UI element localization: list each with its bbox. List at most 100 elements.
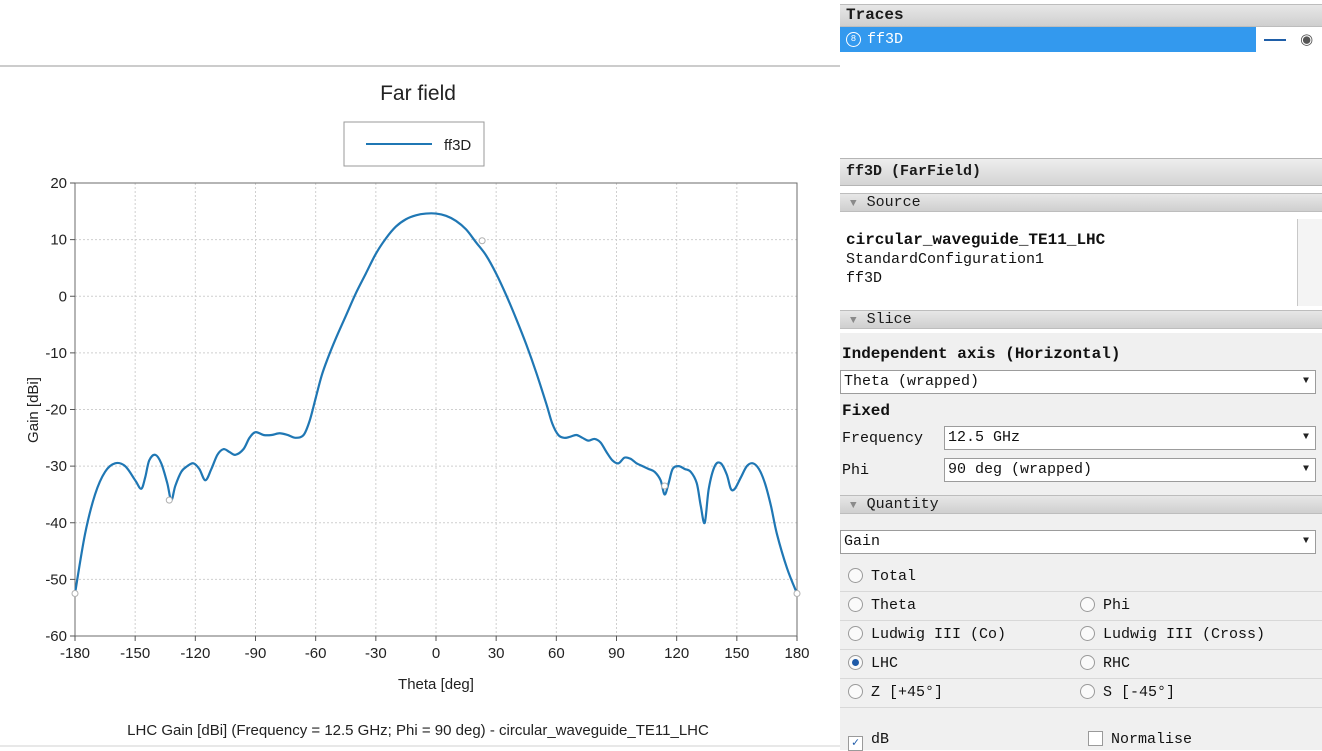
trace-label: ff3D [867, 31, 904, 48]
radio-ludwig-co-label: Ludwig III (Co) [871, 626, 1007, 643]
radio-circle-icon [1080, 626, 1095, 641]
radio-z[interactable]: Z [+45°] [848, 684, 943, 702]
radio-total[interactable]: Total [848, 568, 916, 586]
source-configuration: StandardConfiguration1 [846, 251, 1045, 268]
data-marker [793, 590, 801, 598]
frequency-value: 12.5 GHz [948, 429, 1021, 446]
x-tick-label: 120 [664, 645, 689, 662]
independent-axis-label: Independent axis (Horizontal) [842, 345, 1121, 363]
normalise-label: Normalise [1111, 731, 1193, 748]
quantity-row-3: Ludwig III (Co) Ludwig III (Cross) [840, 621, 1322, 650]
eye-visibility-icon[interactable]: ◉ [1300, 27, 1313, 52]
x-tick-label: 180 [784, 645, 809, 662]
independent-axis-value: Theta (wrapped) [844, 373, 980, 390]
data-marker [478, 237, 486, 245]
radio-lhc[interactable]: LHC [848, 655, 898, 673]
grid [75, 183, 797, 636]
far-field-chart: Far field ff3D -180 -150 -120 -90 -60 -30 0 30 6… [0, 65, 840, 747]
x-tick-label: -150 [120, 645, 150, 662]
fixed-label: Fixed [842, 402, 891, 420]
radio-phi-label: Phi [1103, 597, 1131, 614]
y-tick-label: -40 [45, 515, 67, 532]
data-marker [165, 496, 173, 504]
radio-phi[interactable]: Phi [1080, 597, 1130, 615]
radio-rhc[interactable]: RHC [1080, 655, 1130, 673]
chart-legend: ff3D [343, 121, 485, 167]
y-tick-label: -60 [45, 628, 67, 645]
slice-section-label: Slice [866, 311, 912, 328]
radio-circle-icon [848, 626, 863, 641]
phi-dropdown[interactable]: 90 deg (wrapped) ▼ [944, 458, 1316, 482]
y-tick-label: 10 [50, 232, 67, 249]
y-tick-label: -20 [45, 402, 67, 419]
db-checkbox[interactable]: ✓ dB [848, 731, 889, 751]
traces-header: Traces [840, 4, 1322, 27]
x-tick-label: 90 [608, 645, 625, 662]
quantity-dropdown[interactable]: Gain ▼ [840, 530, 1316, 554]
radio-ludwig-co[interactable]: Ludwig III (Co) [848, 626, 1006, 644]
x-tick-label: -60 [305, 645, 327, 662]
checkbox-empty-icon [1088, 731, 1103, 746]
source-section-header[interactable]: ▼ Source [840, 193, 1322, 212]
phi-label: Phi [842, 462, 870, 479]
quantity-section-header[interactable]: ▼ Quantity [840, 495, 1322, 514]
y-tick-label: 0 [59, 288, 67, 305]
x-tick-label: 150 [724, 645, 749, 662]
phi-value: 90 deg (wrapped) [948, 461, 1093, 478]
frequency-label: Frequency [842, 430, 924, 447]
frequency-dropdown[interactable]: 12.5 GHz ▼ [944, 426, 1316, 450]
x-tick-label: -90 [245, 645, 267, 662]
x-tick-label: 60 [548, 645, 565, 662]
radio-rhc-label: RHC [1103, 655, 1131, 672]
y-axis-label: Gain [dBi] [25, 377, 42, 443]
radio-circle-icon [1080, 684, 1095, 699]
quantity-value: Gain [844, 533, 881, 550]
radio-ludwig-cross[interactable]: Ludwig III (Cross) [1080, 626, 1265, 644]
x-tick-label: -180 [60, 645, 90, 662]
source-section-label: Source [866, 194, 921, 211]
y-axis: 20 10 0 -10 -20 -30 -40 -50 -60 [45, 175, 75, 645]
chevron-down-icon: ▼ [1302, 464, 1309, 475]
radio-circle-icon [1080, 655, 1095, 670]
radio-z-label: Z [+45°] [871, 684, 944, 701]
quantity-row-1: Total [840, 563, 1322, 592]
x-tick-label: -120 [180, 645, 210, 662]
y-tick-label: -50 [45, 571, 67, 588]
x-tick-label: 0 [432, 645, 440, 662]
trace-row-ff3d[interactable]: 8 ff3D [840, 27, 1256, 52]
radio-theta[interactable]: Theta [848, 597, 916, 615]
radio-lhc-label: LHC [871, 655, 899, 672]
source-request: ff3D [846, 270, 883, 287]
radio-s-label: S [-45°] [1103, 684, 1176, 701]
collapse-triangle-icon: ▼ [850, 500, 857, 512]
radio-total-label: Total [871, 568, 917, 585]
trace-tools: ◉ [1260, 27, 1322, 52]
quantity-row-5: Z [+45°] S [-45°] [840, 679, 1322, 708]
data-marker [71, 590, 79, 598]
x-axis-label: Theta [deg] [398, 676, 474, 693]
properties-header: ff3D (FarField) [840, 158, 1322, 186]
radio-circle-icon [1080, 597, 1095, 612]
db-label: dB [871, 731, 890, 748]
chevron-down-icon: ▼ [1302, 376, 1309, 387]
x-axis: -180 -150 -120 -90 -60 -30 0 30 60 90 120 150 180 [60, 636, 810, 662]
normalise-checkbox[interactable]: Normalise [1088, 731, 1192, 749]
quantity-row-4: LHC RHC [840, 650, 1322, 679]
independent-axis-dropdown[interactable]: Theta (wrapped) ▼ [840, 370, 1316, 394]
slice-section-header[interactable]: ▼ Slice [840, 310, 1322, 329]
data-marker [661, 482, 669, 490]
radio-circle-icon [848, 597, 863, 612]
trace-line-style-icon[interactable] [1264, 39, 1286, 42]
y-tick-label: -10 [45, 345, 67, 362]
radio-circle-icon [848, 684, 863, 699]
collapse-triangle-icon: ▼ [850, 198, 857, 210]
quantity-row-2: Theta Phi [840, 592, 1322, 621]
checkmark-icon: ✓ [848, 736, 863, 751]
radio-ludwig-cross-label: Ludwig III (Cross) [1103, 626, 1266, 643]
y-tick-label: -30 [45, 458, 67, 475]
radio-s[interactable]: S [-45°] [1080, 684, 1175, 702]
source-scrollbar[interactable] [1298, 219, 1322, 306]
legend-label: ff3D [444, 137, 471, 154]
properties-panel: Traces 8 ff3D ◉ ff3D (FarField) ▼ Source c… [840, 0, 1322, 751]
chart-title: Far field [380, 82, 456, 105]
